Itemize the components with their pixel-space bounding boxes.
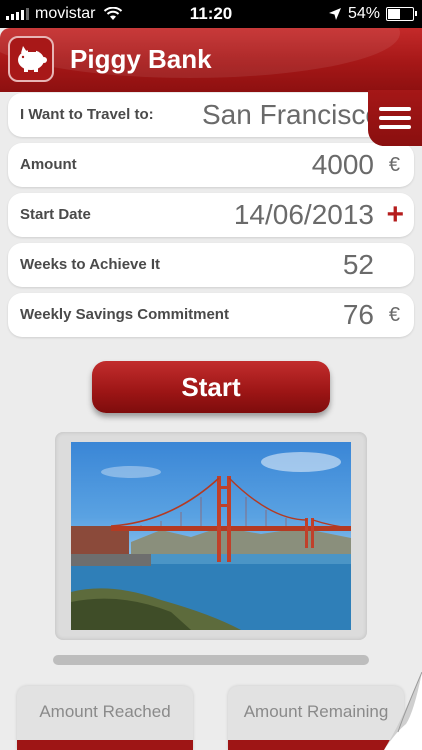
battery-percent: 54% — [347, 5, 380, 22]
weeks-field[interactable]: Weeks to Achieve It 52 — [8, 243, 414, 287]
location-arrow-icon — [328, 8, 341, 20]
menu-button[interactable] — [368, 90, 422, 146]
weekly-savings-currency: € — [388, 304, 400, 326]
amount-reached-label: Amount Reached — [39, 702, 171, 721]
weeks-label: Weeks to Achieve It — [20, 256, 161, 273]
page-curl-icon[interactable] — [374, 672, 422, 750]
amount-reached-bar — [17, 740, 193, 750]
destination-value[interactable]: San Francisco — [202, 93, 381, 137]
hamburger-menu-icon — [379, 102, 411, 134]
start-button[interactable]: Start — [92, 361, 330, 413]
battery-fill — [388, 9, 400, 19]
start-date-value[interactable]: 14/06/2013 — [234, 193, 374, 237]
battery-icon — [386, 7, 417, 21]
status-bar: movistar 11:20 54% — [0, 0, 422, 28]
amount-reached-tile[interactable]: Amount Reached — [17, 686, 193, 750]
weekly-savings-label: Weekly Savings Commitment — [20, 306, 229, 323]
amount-field[interactable]: Amount 4000 € — [8, 143, 414, 187]
weekly-savings-value[interactable]: 76 — [343, 293, 374, 337]
destination-field[interactable]: I Want to Travel to: San Francisco — [8, 93, 414, 137]
amount-label: Amount — [20, 156, 77, 173]
start-date-label: Start Date — [20, 206, 91, 223]
golden-gate-bridge-image — [71, 442, 351, 630]
amount-value[interactable]: 4000 — [312, 143, 374, 187]
app-header: Piggy Bank — [0, 28, 422, 92]
weekly-savings-field[interactable]: Weekly Savings Commitment 76 € — [8, 293, 414, 337]
app-title: Piggy Bank — [70, 44, 212, 74]
weeks-value[interactable]: 52 — [343, 243, 374, 287]
progress-track — [53, 655, 369, 665]
start-date-field[interactable]: Start Date 14/06/2013 + — [8, 193, 414, 237]
destination-photo-frame — [55, 432, 367, 640]
piggy-bank-icon[interactable] — [8, 36, 54, 82]
amount-currency: € — [388, 154, 400, 176]
destination-label: I Want to Travel to: — [20, 106, 154, 123]
add-date-icon[interactable]: + — [386, 193, 404, 237]
